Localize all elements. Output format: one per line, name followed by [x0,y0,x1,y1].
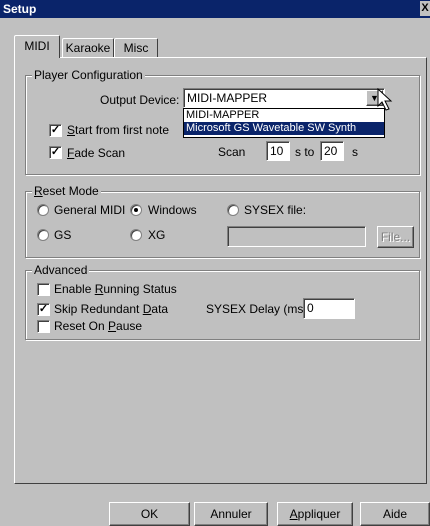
sysex-delay-label: SYSEX Delay (ms): [206,302,311,316]
start-first-note-label: Start from first note [67,123,170,137]
tab-misc[interactable]: Misc [114,38,158,57]
scan-to-input[interactable]: 20 [320,141,344,161]
scan-to-label: s to [295,145,315,159]
gs-label: GS [54,228,72,242]
windows-label: Windows [148,203,197,217]
fade-scan-checkbox[interactable]: ✓ [49,146,62,159]
scan-label: Scan [218,145,246,159]
mouse-cursor-icon [377,88,393,111]
dropdown-option[interactable]: MIDI-MAPPER [184,109,384,122]
window-title: Setup [3,2,37,16]
sysex-file-input[interactable] [227,226,366,247]
sysex-file-label: SYSEX file: [244,203,307,217]
skip-redundant-data-checkbox[interactable]: ✓ [37,303,50,316]
sysex-file-radio[interactable] [227,204,239,216]
xg-label: XG [148,228,166,242]
windows-radio[interactable] [130,204,142,216]
output-device-label: Output Device: [100,93,180,107]
tab-karaoke[interactable]: Karaoke [62,38,114,57]
gs-radio[interactable] [37,229,49,241]
file-button[interactable]: File... [377,226,414,248]
general-midi-label: General MIDI [54,203,126,217]
sysex-delay-input[interactable]: 0 [303,298,355,319]
ok-button[interactable]: OK [109,502,190,526]
tab-midi[interactable]: MIDI [14,35,60,58]
help-button[interactable]: Aide [360,502,430,526]
fade-scan-label: Fade Scan [67,146,126,160]
close-button[interactable]: X [420,1,430,16]
enable-running-status-label: Enable Running Status [54,282,177,296]
reset-mode-group: Reset Mode [25,184,420,258]
cancel-button[interactable]: Annuler [194,502,268,526]
output-device-select[interactable]: MIDI-MAPPER [183,88,385,108]
skip-redundant-data-label: Skip Redundant Data [54,302,169,316]
title-bar: Setup X [0,0,430,18]
reset-on-pause-label: Reset On Pause [54,319,143,333]
dropdown-option-selected[interactable]: Microsoft GS Wavetable SW Synth [184,122,384,135]
reset-on-pause-checkbox[interactable] [37,320,50,333]
scan-from-input[interactable]: 10 [266,141,290,161]
apply-button[interactable]: Appliquer [277,502,353,526]
player-configuration-legend: Player Configuration [32,68,145,82]
enable-running-status-checkbox[interactable] [37,283,50,296]
xg-radio[interactable] [130,229,142,241]
advanced-legend: Advanced [32,263,90,277]
output-device-value: MIDI-MAPPER [187,91,268,105]
reset-mode-legend: Reset Mode [32,184,101,198]
scan-unit-label: s [352,145,358,159]
general-midi-radio[interactable] [37,204,49,216]
output-device-dropdown: MIDI-MAPPER Microsoft GS Wavetable SW Sy… [183,108,385,138]
start-first-note-checkbox[interactable]: ✓ [49,124,62,137]
